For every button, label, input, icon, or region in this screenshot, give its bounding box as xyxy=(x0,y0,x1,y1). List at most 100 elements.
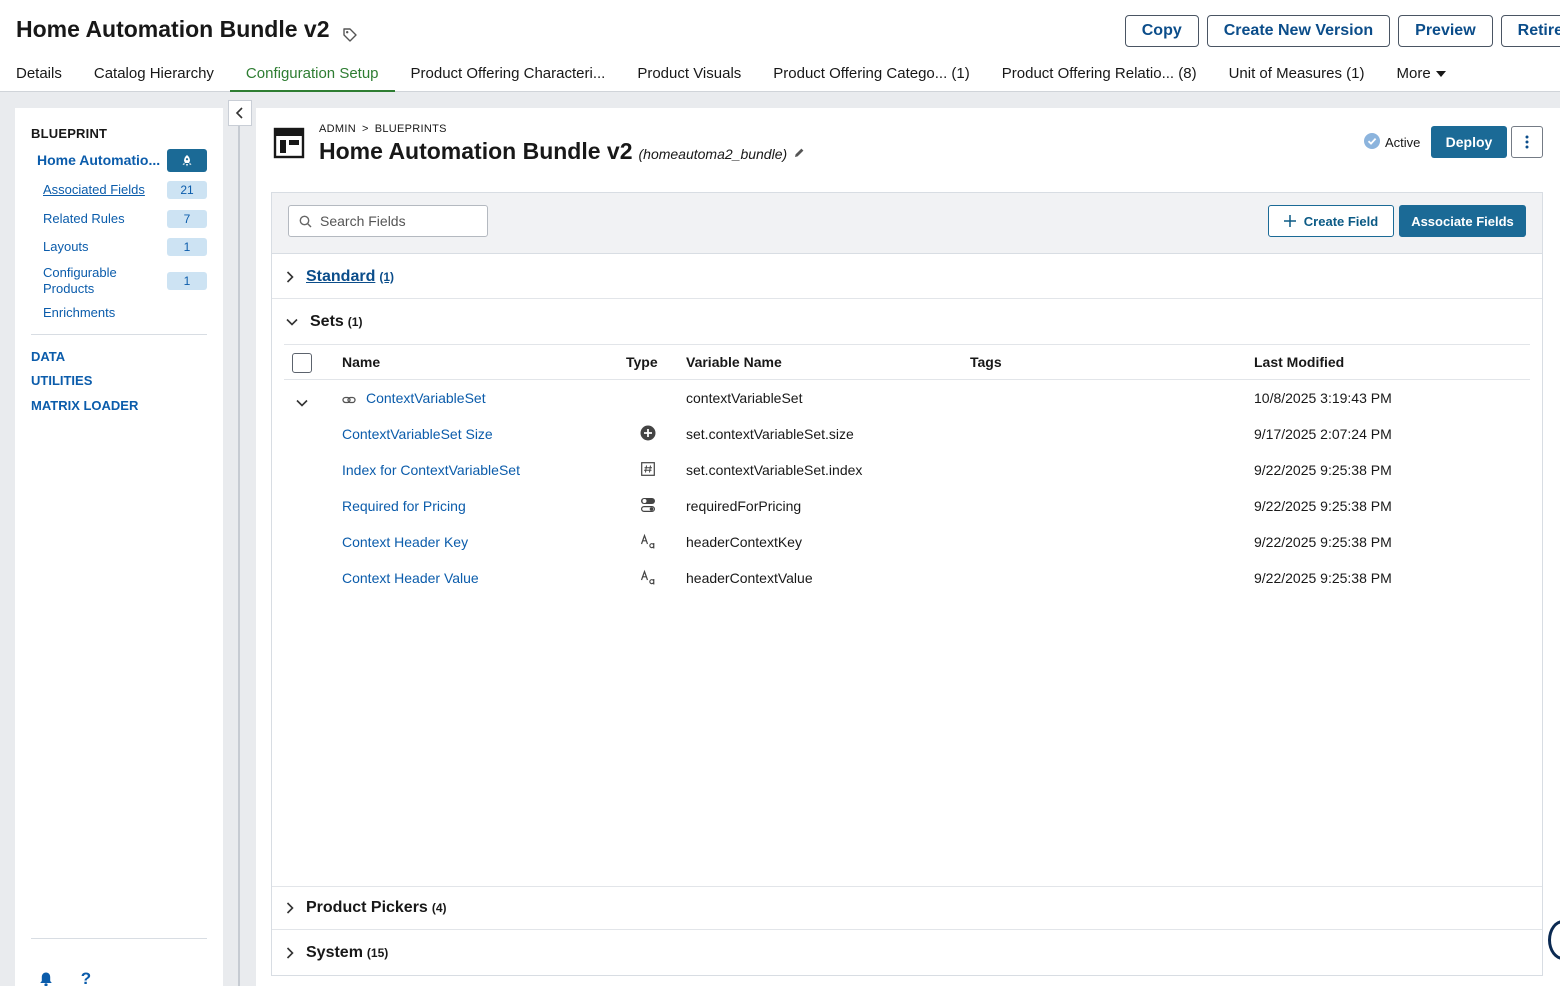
blueprint-title-text: Home Automation Bundle v2 xyxy=(319,138,633,164)
tab-configuration-setup[interactable]: Configuration Setup xyxy=(229,58,395,92)
field-last-modified: 9/17/2025 2:07:24 PM xyxy=(1254,426,1392,442)
sidebar-item-related-rules[interactable]: Related Rules xyxy=(43,211,153,227)
chevron-right-icon xyxy=(286,270,294,283)
field-name-link[interactable]: ContextVariableSet xyxy=(366,390,486,406)
sidebar-divider xyxy=(31,334,207,335)
sidebar-collapse-button[interactable] xyxy=(228,100,252,126)
more-actions-button[interactable] xyxy=(1511,126,1543,158)
field-last-modified: 9/22/2025 9:25:38 PM xyxy=(1254,570,1392,586)
sidebar-link-utilities[interactable]: UTILITIES xyxy=(31,373,92,388)
tab-product-visuals[interactable]: Product Visuals xyxy=(621,58,757,92)
table-row: Context Header Value headerContextValue … xyxy=(284,560,1530,596)
hash-icon xyxy=(640,461,656,477)
sidebar-link-matrix-loader[interactable]: MATRIX LOADER xyxy=(31,398,138,413)
pencil-icon[interactable] xyxy=(793,138,805,165)
check-circle-icon xyxy=(1364,133,1380,152)
sidebar-splitter[interactable] xyxy=(238,126,240,986)
field-name-link[interactable]: Required for Pricing xyxy=(342,498,466,514)
group-sets-label: Sets (1) xyxy=(310,313,362,331)
sidebar-item-associated-fields[interactable]: Associated Fields xyxy=(43,182,153,198)
link-icon xyxy=(342,392,356,410)
column-last-modified[interactable]: Last Modified xyxy=(1254,354,1344,370)
create-new-version-button[interactable]: Create New Version xyxy=(1206,15,1391,47)
sidebar-current-blueprint[interactable]: Home Automatio... xyxy=(37,152,160,168)
tab-catalog-hierarchy[interactable]: Catalog Hierarchy xyxy=(78,58,230,92)
sidebar-item-layouts[interactable]: Layouts xyxy=(43,239,153,255)
sidebar-count-related-rules: 7 xyxy=(167,210,207,228)
rocket-icon[interactable] xyxy=(167,149,207,172)
status-text: Active xyxy=(1385,135,1421,150)
field-name-link[interactable]: Context Header Value xyxy=(342,570,479,586)
tab-product-offering-relationships[interactable]: Product Offering Relatio... (8) xyxy=(986,58,1213,92)
tab-product-offering-categories[interactable]: Product Offering Catego... (1) xyxy=(757,58,986,92)
text-type-icon xyxy=(640,533,656,549)
deploy-button[interactable]: Deploy xyxy=(1431,126,1507,158)
tab-details[interactable]: Details xyxy=(0,58,78,92)
copy-button[interactable]: Copy xyxy=(1124,15,1199,47)
plus-circle-icon xyxy=(640,425,656,441)
retire-button[interactable]: Retire xyxy=(1500,15,1560,47)
field-name-link[interactable]: Index for ContextVariableSet xyxy=(342,462,520,478)
create-field-button[interactable]: Create Field xyxy=(1268,205,1394,237)
sidebar-link-data[interactable]: DATA xyxy=(31,349,65,364)
field-last-modified: 9/22/2025 9:25:38 PM xyxy=(1254,462,1392,478)
tab-unit-of-measures[interactable]: Unit of Measures (1) xyxy=(1213,58,1381,92)
field-variable-name: headerContextKey xyxy=(686,534,802,550)
sidebar-item-enrichments[interactable]: Enrichments xyxy=(43,305,153,321)
caret-down-icon xyxy=(1435,71,1446,78)
table-row: Context Header Key headerContextKey 9/22… xyxy=(284,524,1530,560)
breadcrumb-blueprints[interactable]: BLUEPRINTS xyxy=(375,123,447,135)
group-system[interactable]: System (15) xyxy=(272,931,1542,975)
blueprint-title: Home Automation Bundle v2 (homeautoma2_b… xyxy=(319,138,805,165)
group-sets[interactable]: Sets (1) xyxy=(272,300,1542,344)
blueprint-api-name: (homeautoma2_bundle) xyxy=(638,146,788,162)
chevron-right-icon xyxy=(286,902,294,914)
breadcrumb-separator: > xyxy=(361,123,369,135)
bell-icon[interactable] xyxy=(37,970,55,986)
create-field-label: Create Field xyxy=(1303,213,1379,229)
field-variable-name: requiredForPricing xyxy=(686,498,802,514)
sidebar-count-layouts: 1 xyxy=(167,238,207,256)
fields-table-header: Name Type Variable Name Tags Last Modifi… xyxy=(284,344,1530,380)
column-type[interactable]: Type xyxy=(626,354,658,370)
field-last-modified: 10/8/2025 3:19:43 PM xyxy=(1254,390,1392,406)
column-tags[interactable]: Tags xyxy=(970,354,1002,370)
group-standard[interactable]: Standard (1) xyxy=(272,255,1542,299)
help-icon[interactable]: ? xyxy=(77,969,95,986)
group-product-pickers-label: Product Pickers (4) xyxy=(306,899,447,917)
record-actions: Copy Create New Version Preview Retire xyxy=(1124,15,1560,47)
plus-icon xyxy=(1283,215,1296,227)
field-name-link[interactable]: ContextVariableSet Size xyxy=(342,426,493,442)
tag-icon[interactable] xyxy=(342,22,358,42)
search-fields-input[interactable] xyxy=(320,213,480,229)
group-standard-label[interactable]: Standard (1) xyxy=(306,268,394,286)
fields-toolbar: Create Field Associate Fields xyxy=(272,193,1542,254)
group-product-pickers[interactable]: Product Pickers (4) xyxy=(272,886,1542,930)
blueprint-icon xyxy=(273,127,305,159)
select-all-checkbox[interactable] xyxy=(292,353,312,373)
field-variable-name: set.contextVariableSet.size xyxy=(686,426,854,442)
group-sets-title: Sets xyxy=(310,313,344,330)
tab-more-label: More xyxy=(1396,65,1431,82)
associate-fields-button[interactable]: Associate Fields xyxy=(1399,205,1526,237)
field-last-modified: 9/22/2025 9:25:38 PM xyxy=(1254,534,1392,550)
column-name[interactable]: Name xyxy=(342,354,380,370)
record-title: Home Automation Bundle v2 xyxy=(16,16,358,43)
group-system-title: System xyxy=(306,944,363,961)
tab-more[interactable]: More xyxy=(1380,58,1461,92)
field-name-link[interactable]: Context Header Key xyxy=(342,534,468,550)
text-type-icon xyxy=(640,569,656,585)
preview-button[interactable]: Preview xyxy=(1398,15,1493,47)
table-row: ContextVariableSet contextVariableSet 10… xyxy=(284,380,1530,416)
breadcrumb-admin[interactable]: ADMIN xyxy=(319,123,356,135)
chevron-right-icon xyxy=(286,947,294,959)
sidebar-item-configurable-products[interactable]: Configurable Products xyxy=(43,265,143,297)
column-variable-name[interactable]: Variable Name xyxy=(686,354,782,370)
chevron-down-icon[interactable] xyxy=(296,394,308,412)
work-area: BLUEPRINT Home Automatio... Associated F… xyxy=(0,92,1560,986)
group-sets-count: (1) xyxy=(347,315,363,329)
search-icon xyxy=(299,215,312,227)
tab-product-offering-characteristics[interactable]: Product Offering Characteri... xyxy=(395,58,622,92)
group-product-pickers-count: (4) xyxy=(431,901,447,915)
breadcrumb: ADMIN > BLUEPRINTS xyxy=(319,123,447,135)
